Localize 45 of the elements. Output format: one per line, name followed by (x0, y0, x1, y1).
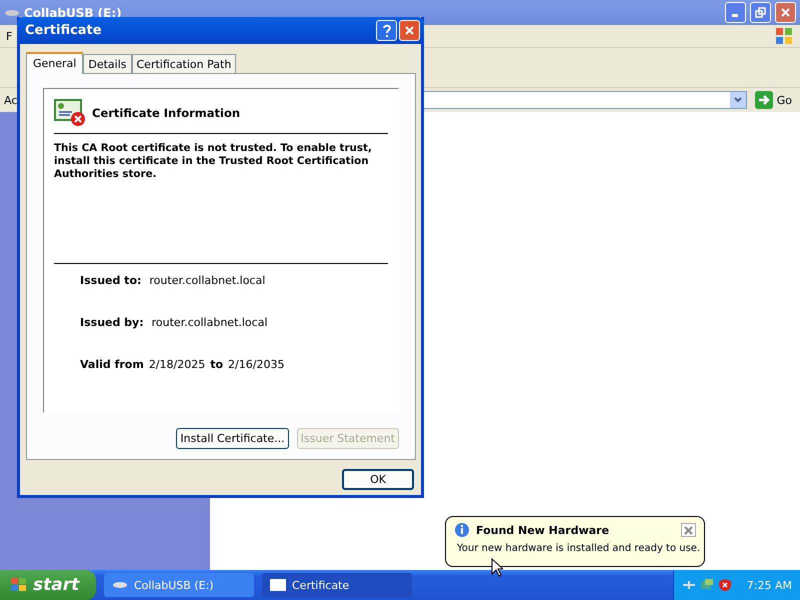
balloon-title: Found New Hardware (476, 524, 610, 536)
go-button[interactable]: Go (750, 91, 796, 109)
dropdown-button[interactable] (730, 92, 746, 108)
help-button[interactable] (376, 20, 397, 41)
field-label: Issued by: (80, 316, 144, 329)
shield-icon[interactable] (718, 578, 732, 592)
close-button[interactable] (681, 523, 696, 537)
field-label: to (210, 358, 224, 371)
arrow-right-icon (754, 91, 773, 109)
restore-icon (755, 7, 766, 18)
ok-button[interactable]: OK (342, 469, 414, 490)
drive-icon (112, 581, 128, 589)
field-label: Valid from (80, 358, 144, 371)
window-icon (270, 579, 286, 591)
tab[interactable]: General (26, 52, 84, 74)
clock: 7:25 AM (746, 578, 792, 592)
tab[interactable]: Details (83, 54, 132, 74)
dialog-title: Certificate (25, 23, 103, 38)
close-icon (780, 7, 791, 18)
info-icon (454, 522, 470, 538)
taskbar-button[interactable]: CollabUSB (E:) (104, 573, 254, 597)
windows-logo-icon (774, 26, 794, 46)
drive-icon (4, 8, 20, 18)
close-icon (404, 25, 415, 36)
section-heading: Certificate Information (92, 106, 240, 120)
restore-button[interactable] (750, 2, 771, 23)
close-icon (683, 524, 694, 536)
help-icon (382, 24, 392, 38)
certificate-error-icon (54, 99, 86, 127)
taskbar-button[interactable]: Certificate (262, 573, 412, 597)
date-value: 2/18/2025 (148, 358, 206, 371)
field-label: Issued to: (80, 274, 142, 287)
date-value: 2/16/2035 (228, 358, 284, 371)
windows-logo-icon (10, 577, 28, 593)
trust-message: This CA Root certificate is not trusted. To enable trust, install this certificate in the Trusted Root Certification Authorities store. (54, 142, 388, 264)
minimize-button[interactable] (725, 2, 746, 23)
field-value: router.collabnet.local (149, 274, 266, 287)
menu-item[interactable]: F (6, 30, 12, 42)
tab[interactable]: Certification Path (132, 54, 236, 74)
start-button[interactable]: start (0, 570, 96, 600)
address-label: Ac (4, 94, 18, 106)
field-value: router.collabnet.local (152, 316, 268, 329)
chevron-down-icon (734, 97, 742, 103)
install-certificate-button[interactable]: Install Certificate... (176, 428, 289, 449)
balloon-message: Your new hardware is installed and ready to use. (457, 543, 700, 554)
